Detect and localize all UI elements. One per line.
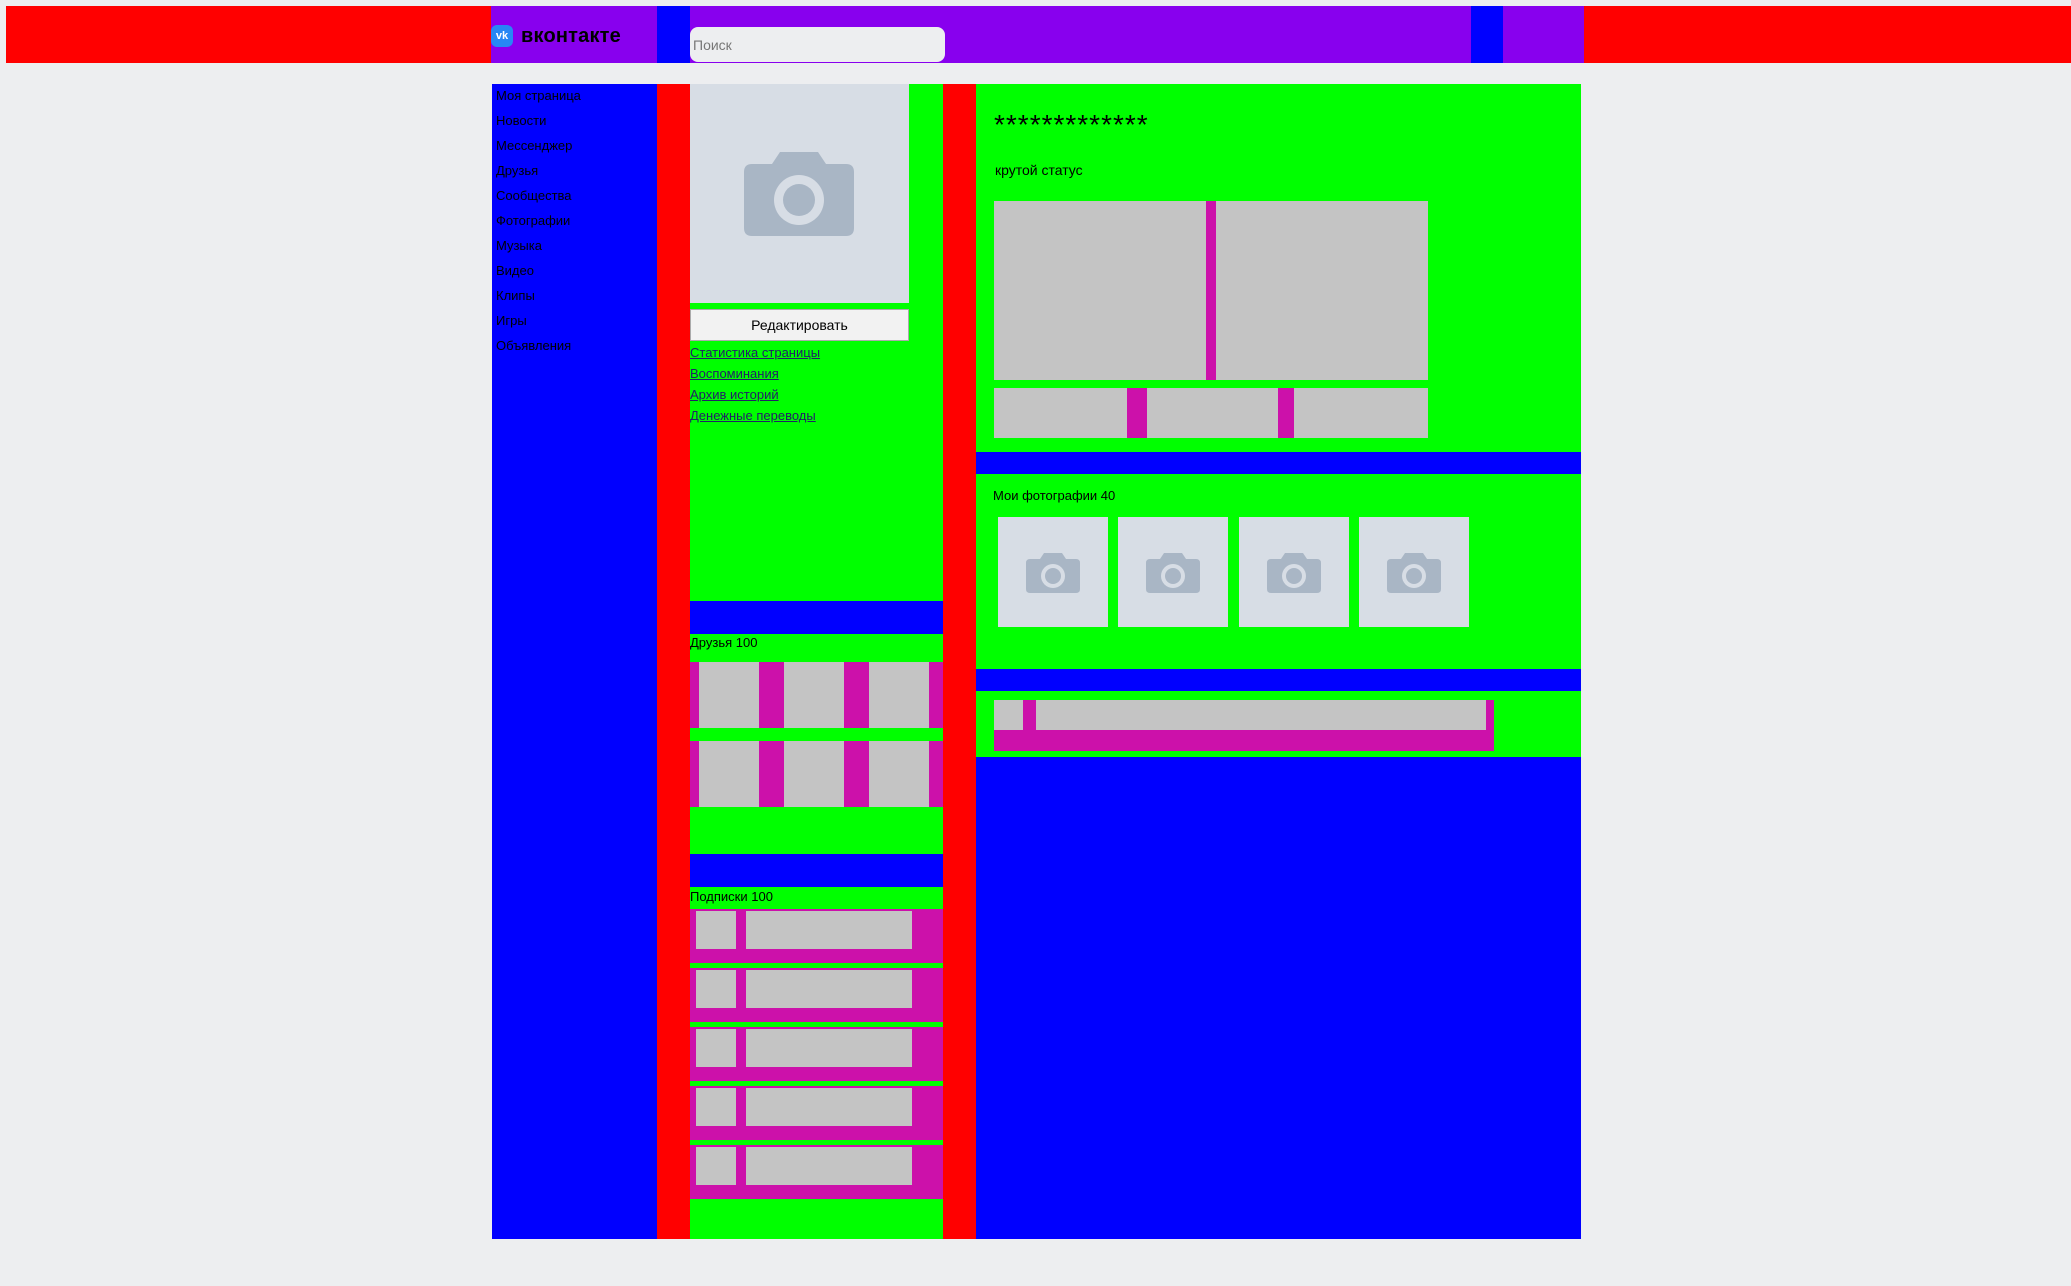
menu-item-messenger[interactable]: Мессенджер (496, 138, 572, 153)
stories-divider (1127, 388, 1147, 438)
menu-item-clips[interactable]: Клипы (496, 288, 535, 303)
subscription-avatar (696, 970, 736, 1008)
camera-icon (744, 152, 854, 236)
menu-item-ads[interactable]: Объявления (496, 338, 571, 353)
logo-text: вконтакте (521, 24, 621, 47)
story-card[interactable] (1216, 201, 1428, 380)
story-card[interactable] (994, 201, 1206, 380)
vk-logo-icon: vk (491, 25, 513, 47)
search-input[interactable] (690, 27, 945, 62)
friends-label[interactable]: Друзья 100 (690, 635, 757, 650)
wall-area (976, 757, 1581, 1239)
menu-item-communities[interactable]: Сообщества (496, 188, 572, 203)
stories-divider (1278, 388, 1294, 438)
link-stories-archive[interactable]: Архив историй (690, 387, 779, 402)
menu-item-video[interactable]: Видео (496, 263, 534, 278)
photo-thumbnail[interactable] (1359, 517, 1469, 627)
friend-avatar[interactable] (699, 662, 759, 728)
subscription-avatar (696, 1029, 736, 1067)
subscriptions-label[interactable]: Подписки 100 (690, 889, 773, 904)
post-input[interactable] (1036, 700, 1486, 730)
friend-avatar[interactable] (784, 662, 844, 728)
composer-avatar (994, 700, 1023, 730)
subscription-avatar (696, 1147, 736, 1185)
column-gap (943, 84, 976, 1239)
photos-label[interactable]: Мои фотографии 40 (993, 488, 1115, 503)
friend-avatar[interactable] (784, 741, 844, 807)
menu-item-music[interactable]: Музыка (496, 238, 542, 253)
card-gap (976, 452, 1581, 474)
profile-status[interactable]: крутой статус (995, 162, 1083, 178)
subscription-avatar (696, 911, 736, 949)
card-gap (690, 854, 943, 887)
header-block (657, 6, 690, 63)
menu-item-news[interactable]: Новости (496, 113, 546, 128)
profile-name: ************* (994, 109, 1149, 140)
subscription-title (746, 911, 912, 949)
link-memories[interactable]: Воспоминания (690, 366, 779, 381)
stories-divider (1206, 201, 1216, 380)
edit-profile-button[interactable]: Редактировать (690, 309, 909, 341)
column-gap (657, 84, 690, 1239)
friend-avatar[interactable] (869, 741, 929, 807)
story-card-small[interactable] (1147, 388, 1278, 438)
camera-icon (1026, 553, 1080, 593)
card-gap (690, 601, 943, 634)
menu-item-my-page[interactable]: Моя страница (496, 88, 581, 103)
menu-item-friends[interactable]: Друзья (496, 163, 538, 178)
subscription-title (746, 1029, 912, 1067)
header-inner (491, 6, 1584, 63)
friend-avatar[interactable] (699, 741, 759, 807)
subscription-title (746, 970, 912, 1008)
story-card-small[interactable] (994, 388, 1127, 438)
vk-logo[interactable]: vk вконтакте (491, 24, 621, 48)
menu-item-games[interactable]: Игры (496, 313, 527, 328)
photo-thumbnail[interactable] (998, 517, 1108, 627)
link-page-stats[interactable]: Статистика страницы (690, 345, 820, 360)
left-menu: Моя страница Новости Мессенджер Друзья С… (492, 84, 657, 1239)
camera-icon (1146, 553, 1200, 593)
menu-item-photos[interactable]: Фотографии (496, 213, 570, 228)
friend-avatar[interactable] (869, 662, 929, 728)
header-block (1471, 6, 1503, 63)
profile-photo[interactable] (690, 84, 909, 303)
photo-thumbnail[interactable] (1239, 517, 1349, 627)
subscription-title (746, 1088, 912, 1126)
card-gap (976, 669, 1581, 691)
camera-icon (1267, 553, 1321, 593)
link-money-transfers[interactable]: Денежные переводы (690, 408, 816, 423)
photo-thumbnail[interactable] (1118, 517, 1228, 627)
subscription-avatar (696, 1088, 736, 1126)
story-card-small[interactable] (1294, 388, 1428, 438)
camera-icon (1387, 553, 1441, 593)
subscription-title (746, 1147, 912, 1185)
